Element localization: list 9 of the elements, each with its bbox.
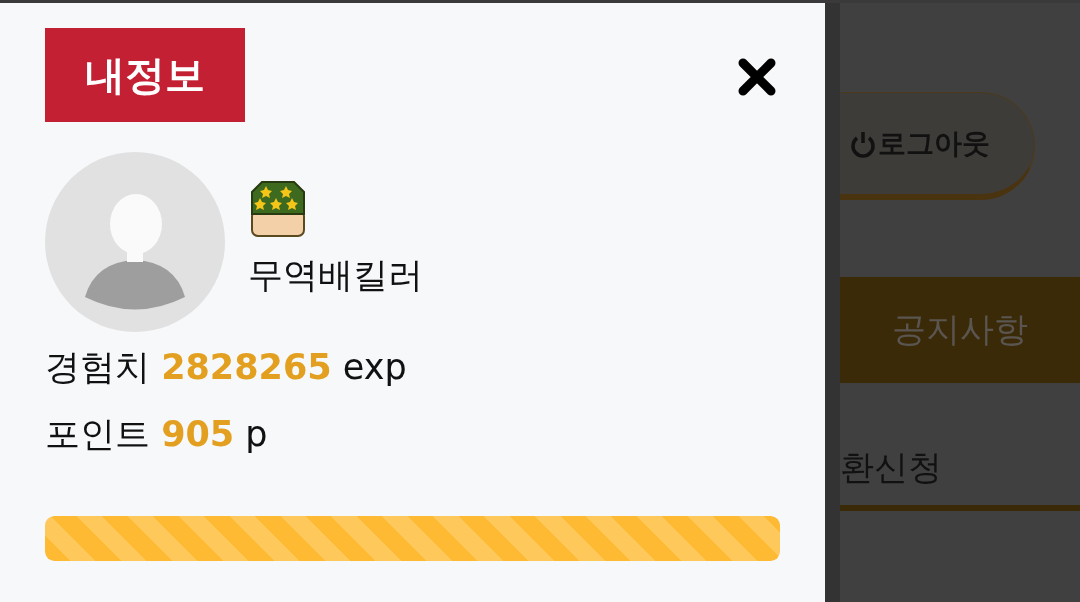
stat-text: 경험치 2828265 exp: [45, 346, 407, 389]
close-icon[interactable]: [737, 57, 777, 97]
power-icon: [850, 129, 876, 158]
panel-title: 내정보: [45, 28, 245, 122]
stat-text: 포인트 905 p: [45, 413, 268, 456]
user-name: 무역배킬러: [248, 254, 423, 297]
avatar-icon: [45, 152, 225, 332]
notice-banner[interactable]: 공지사항: [840, 277, 1080, 383]
rank-helmet-icon: [248, 180, 308, 240]
